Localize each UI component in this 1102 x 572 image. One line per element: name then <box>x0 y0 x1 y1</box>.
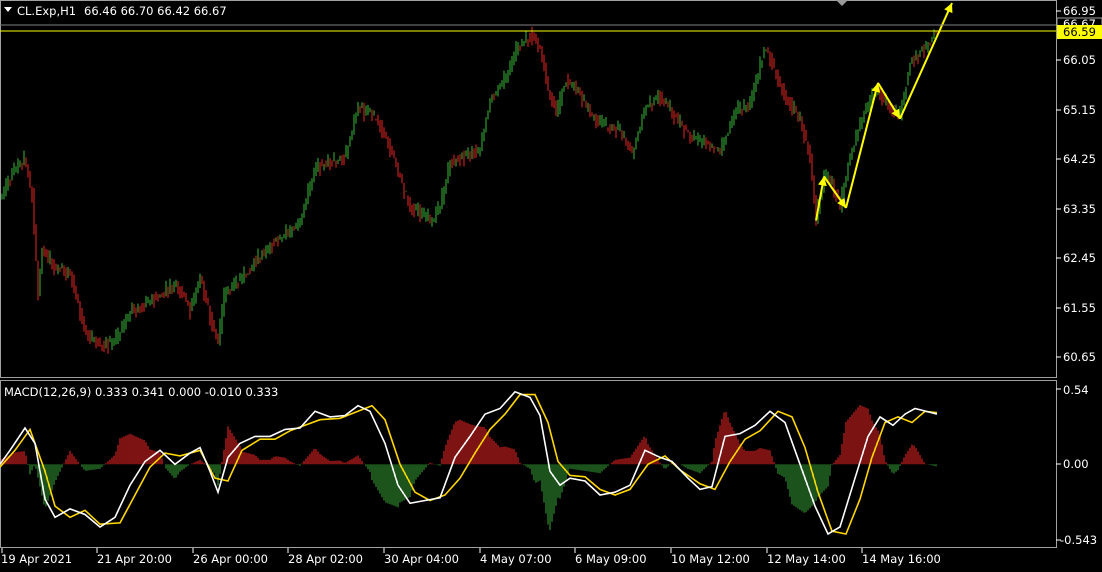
macd-axis[interactable]: 0.54 0.00 -0.543 <box>1056 383 1097 547</box>
trend-arrow[interactable] <box>845 82 881 209</box>
macd-tick: -0.543 <box>1060 533 1097 547</box>
trading-chart-window[interactable]: CL.Exp,H1 66.46 66.70 66.42 66.67 MACD(1… <box>0 0 1102 568</box>
macd-tick: 0.54 <box>1063 383 1089 397</box>
chart-svg[interactable]: CL.Exp,H1 66.46 66.70 66.42 66.67 MACD(1… <box>0 0 1102 568</box>
chart-menu-triangle-icon[interactable] <box>4 7 12 12</box>
time-tick: 4 May 07:00 <box>480 552 552 566</box>
price-tick: 60.65 <box>1063 350 1096 364</box>
macd-tick: 0.00 <box>1063 457 1089 471</box>
symbol-label: CL.Exp,H1 <box>17 4 76 18</box>
price-tick: 61.55 <box>1063 301 1096 315</box>
price-tick: 65.15 <box>1063 103 1096 117</box>
bid-price-text: 66.59 <box>1063 25 1096 39</box>
price-tick: 66.95 <box>1063 4 1096 18</box>
price-tick: 66.05 <box>1063 53 1096 67</box>
price-panel-border <box>0 0 1057 378</box>
time-tick: 30 Apr 04:00 <box>384 552 459 566</box>
trend-arrow[interactable] <box>823 175 847 209</box>
time-tick: 10 May 12:00 <box>671 552 750 566</box>
trend-arrow[interactable] <box>899 2 953 120</box>
macd-indicator-label: MACD(12,26,9) 0.333 0.341 0.000 -0.010 0… <box>4 385 278 399</box>
chart-header: CL.Exp,H1 66.46 66.70 66.42 66.67 <box>4 4 227 18</box>
candlestick-series <box>1 26 937 354</box>
time-tick: 14 May 16:00 <box>862 552 941 566</box>
price-tick: 63.35 <box>1063 202 1096 216</box>
time-tick: 28 Apr 02:00 <box>288 552 363 566</box>
price-axis[interactable]: 66.95 66.05 65.15 64.25 63.35 62.45 61.5… <box>1056 4 1102 364</box>
price-tick: 64.25 <box>1063 152 1096 166</box>
trend-arrow[interactable] <box>877 82 901 120</box>
ohlc-values: 66.46 66.70 66.42 66.67 <box>84 4 227 18</box>
time-tick: 12 May 14:00 <box>767 552 846 566</box>
trend-arrows <box>815 2 953 221</box>
shift-marker-icon[interactable] <box>836 0 848 6</box>
time-tick: 21 Apr 20:00 <box>97 552 172 566</box>
time-axis[interactable]: 19 Apr 2021 21 Apr 20:00 26 Apr 00:00 28… <box>1 548 941 566</box>
time-tick: 19 Apr 2021 <box>1 552 72 566</box>
price-tick: 62.45 <box>1063 251 1096 265</box>
time-tick: 6 May 09:00 <box>575 552 647 566</box>
macd-panel-border <box>0 380 1057 548</box>
time-tick: 26 Apr 00:00 <box>193 552 268 566</box>
